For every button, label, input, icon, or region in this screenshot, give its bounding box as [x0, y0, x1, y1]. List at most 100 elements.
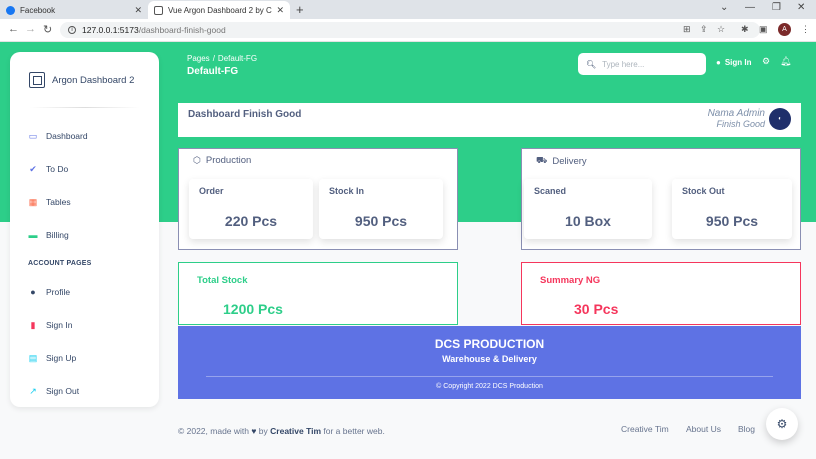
translate-icon[interactable]: ⊞ [683, 24, 691, 35]
admin-name: Nama Admin [707, 108, 765, 119]
stat-value: 950 Pcs [354, 213, 408, 229]
sidebar-item-label: Dashboard [46, 131, 88, 141]
close-icon[interactable]: ✕ [276, 5, 284, 16]
production-panel: ⬡ Production Order 220 Pcs Stock In 950 … [178, 148, 458, 250]
argon-logo-icon [29, 72, 45, 88]
browser-tab-facebook[interactable]: Facebook ✕ [0, 1, 148, 19]
user-icon: ● [30, 287, 36, 297]
divider [30, 107, 140, 108]
sidebar-item-profile[interactable]: ● Profile [28, 287, 70, 297]
reload-icon[interactable]: ↻ [43, 23, 52, 36]
url-host: 127.0.0.1:5173 [82, 25, 139, 35]
url-path: /dashboard-finish-good [138, 25, 226, 35]
sidebar-item-signout[interactable]: ↗ Sign Out [28, 386, 79, 397]
credit-card-icon: ▬ [28, 230, 38, 240]
stat-value: 10 Box [565, 213, 611, 229]
footer-author-link[interactable]: Creative Tim [270, 426, 321, 436]
breadcrumb-separator: / [212, 54, 215, 63]
footer-link-about-us[interactable]: About Us [686, 424, 721, 434]
gear-icon[interactable]: ⚙ [762, 56, 770, 67]
tab-search-icon[interactable]: ⌄ [720, 2, 728, 13]
total-stock-label: Total Stock [197, 275, 248, 286]
sidebar-item-label: Tables [46, 197, 71, 207]
stat-label: Order [199, 186, 224, 196]
stat-label: Scaned [534, 186, 567, 196]
sidebar-item-label: Billing [46, 230, 69, 240]
company-name: DCS PRODUCTION [434, 337, 545, 351]
monitor-icon: ▭ [28, 130, 38, 141]
brand[interactable]: Argon Dashboard 2 [29, 72, 134, 88]
signin-link[interactable]: ● Sign In [716, 58, 752, 67]
divider [206, 376, 773, 377]
signup-icon: ▤ [28, 352, 38, 363]
footer-credit: © 2022, made with ♥ by Creative Tim for … [178, 426, 385, 436]
page-title: Default-FG [187, 66, 239, 77]
user-icon: ● [716, 58, 721, 67]
gear-icon: ⚙ [776, 417, 788, 431]
facebook-icon [6, 5, 15, 15]
total-stock-card: Total Stock 1200 Pcs [178, 262, 458, 325]
settings-gear-button[interactable]: ⚙ [766, 408, 798, 440]
delivery-panel: ⛟ Delivery Scaned 10 Box Stock Out 950 P… [521, 148, 801, 250]
brand-name: Argon Dashboard 2 [52, 74, 135, 86]
summary-ng-label: Summary NG [540, 275, 601, 286]
stock-in-card: Stock In 950 Pcs [319, 179, 443, 239]
minimize-button[interactable]: — [745, 2, 755, 13]
search-input[interactable] [602, 59, 703, 69]
bookmark-star-icon[interactable]: ☆ [717, 24, 725, 35]
admin-role: Finish Good [716, 119, 765, 129]
sidebar-item-dashboard[interactable]: ▭ Dashboard [28, 130, 88, 142]
sidebar-item-signup[interactable]: ▤ Sign Up [28, 352, 77, 364]
new-tab-button[interactable]: + [296, 2, 304, 17]
browser-tab-bar: Facebook ✕ Vue Argon Dashboard 2 by Crea… [0, 0, 816, 19]
url-field[interactable]: i 127.0.0.1:5173/dashboard-finish-good [60, 22, 760, 38]
footer-by: by [258, 426, 268, 436]
page: Argon Dashboard 2 ▭ Dashboard ✔ To Do ▦ … [0, 42, 816, 459]
sidebar-item-todo[interactable]: ✔ To Do [28, 164, 69, 175]
summary-ng-value: 30 Pcs [574, 301, 619, 317]
menu-icon[interactable]: ⋮ [801, 24, 810, 35]
summary-ng-card: Summary NG 30 Pcs [521, 262, 801, 325]
maximize-button[interactable]: ❐ [772, 2, 781, 13]
profile-avatar[interactable]: A [778, 23, 791, 36]
panel-title-label: Delivery [552, 155, 587, 167]
sidebar-item-billing[interactable]: ▬ Billing [28, 230, 69, 240]
breadcrumb-current: Default-FG [217, 54, 258, 63]
footer-link-blog[interactable]: Blog [738, 424, 755, 434]
sidebar-item-tables[interactable]: ▦ Tables [28, 196, 71, 208]
tab-title: Vue Argon Dashboard 2 by Creat [168, 5, 272, 15]
signin-label: Sign In [724, 58, 752, 67]
bell-icon[interactable]: 🔔︎ [780, 56, 791, 67]
signin-icon: ▮ [30, 319, 36, 330]
company-tagline: Warehouse & Delivery [442, 354, 537, 364]
sidepanel-icon[interactable]: ▣ [759, 24, 768, 35]
sidebar-item-label: To Do [46, 164, 69, 174]
footer-link-creative-tim[interactable]: Creative Tim [621, 424, 669, 434]
forward-icon[interactable]: → [25, 23, 36, 35]
section-header: ACCOUNT PAGES [28, 260, 92, 267]
panel-title: ⛟ Delivery [536, 155, 587, 167]
search-box[interactable]: 🔍︎ [578, 53, 706, 75]
copyright: © Copyright 2022 DCS Production [436, 383, 543, 390]
footer-prefix: © 2022, made with [178, 426, 249, 436]
calendar-icon: ▦ [28, 196, 38, 207]
scanned-card: Scaned 10 Box [524, 179, 652, 239]
close-icon[interactable]: ✕ [134, 5, 142, 16]
extensions-icon[interactable]: ✱ [741, 24, 749, 35]
breadcrumb: Pages / Default-FG [187, 54, 257, 63]
back-icon[interactable]: ← [8, 23, 19, 35]
breadcrumb-root[interactable]: Pages [187, 54, 210, 63]
box-icon: ⬡ [193, 155, 201, 165]
stat-label: Stock In [329, 186, 365, 196]
stock-out-card: Stock Out 950 Pcs [672, 179, 792, 239]
company-logo-icon: ◐ [769, 108, 791, 130]
sidebar-item-signin[interactable]: ▮ Sign In [28, 319, 73, 331]
window-close-button[interactable]: ✕ [797, 2, 805, 13]
share-icon[interactable]: ⇪ [700, 24, 708, 35]
dashboard-header: Dashboard Finish Good Nama Admin Finish … [178, 103, 801, 137]
sidebar-item-label: Profile [46, 287, 71, 297]
order-card: Order 220 Pcs [189, 179, 313, 239]
info-icon[interactable]: i [68, 26, 76, 34]
browser-tab-argon[interactable]: Vue Argon Dashboard 2 by Creat ✕ [148, 1, 290, 19]
dashboard-title: Dashboard Finish Good [188, 109, 302, 120]
